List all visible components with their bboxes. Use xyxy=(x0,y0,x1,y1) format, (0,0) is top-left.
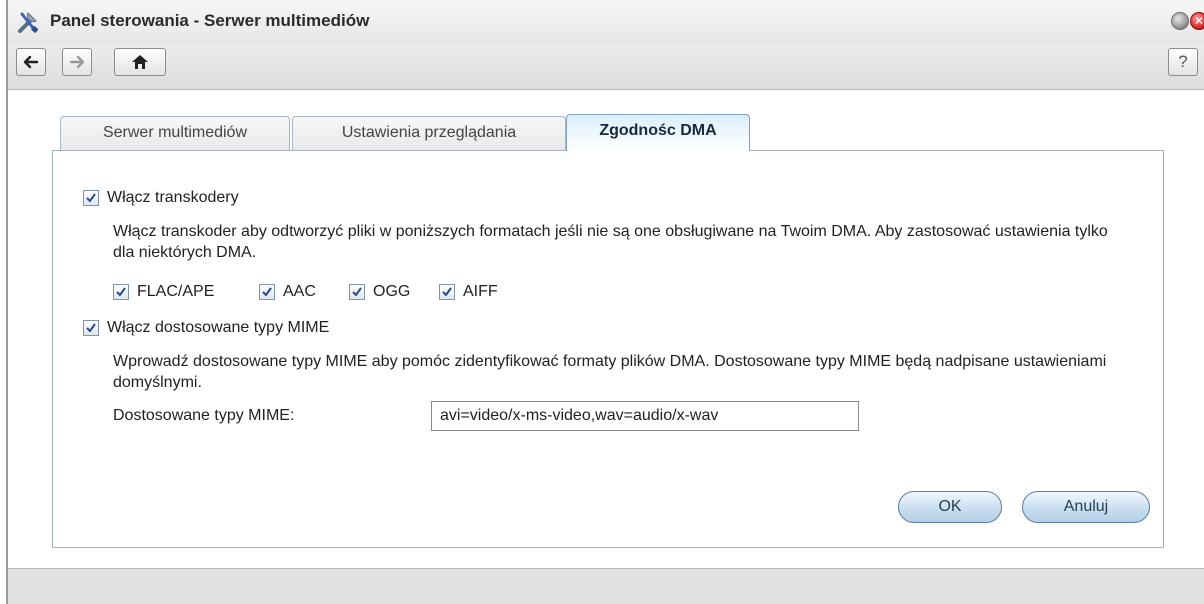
arrow-right-icon xyxy=(69,55,85,69)
dma-settings-panel: Włącz transkodery Włącz transkoder aby o… xyxy=(52,150,1164,548)
aiff-checkbox[interactable] xyxy=(439,284,455,300)
back-button[interactable] xyxy=(16,48,46,76)
mime-label: Włącz dostosowane typy MIME xyxy=(107,319,330,336)
minimize-icon[interactable] xyxy=(1171,12,1189,30)
mime-field-label: Dostosowane typy MIME: xyxy=(113,407,295,424)
transcoders-label: Włącz transkodery xyxy=(107,189,239,206)
aac-checkbox[interactable] xyxy=(259,284,275,300)
cancel-button[interactable]: Anuluj xyxy=(1022,491,1150,523)
ogg-checkbox[interactable] xyxy=(349,284,365,300)
ok-button[interactable]: OK xyxy=(898,491,1002,523)
format-option-ogg[interactable]: OGG xyxy=(349,283,410,301)
ogg-label: OGG xyxy=(373,283,411,300)
forward-button[interactable] xyxy=(62,48,92,76)
home-button[interactable] xyxy=(114,48,166,76)
mime-description: Wprowadź dostosowane typy MIME aby pomóc… xyxy=(113,353,1107,391)
tab-media-server[interactable]: Serwer multimediów xyxy=(60,116,290,150)
control-panel-window: Panel sterowania - Serwer multimediów ✕ … xyxy=(6,0,1204,604)
mime-checkbox[interactable] xyxy=(83,320,99,336)
home-icon xyxy=(131,54,149,70)
help-button[interactable]: ? xyxy=(1168,48,1198,76)
arrow-left-icon xyxy=(23,55,39,69)
mime-option[interactable]: Włącz dostosowane typy MIME xyxy=(83,319,329,337)
aac-label: AAC xyxy=(283,283,316,300)
flac-checkbox[interactable] xyxy=(113,284,129,300)
tools-icon xyxy=(16,9,42,35)
status-bar xyxy=(8,568,1204,604)
format-option-flac[interactable]: FLAC/APE xyxy=(113,283,214,301)
format-option-aiff[interactable]: AIFF xyxy=(439,283,498,301)
transcoders-description: Włącz transkoder aby odtworzyć pliki w p… xyxy=(113,223,1108,261)
aiff-label: AIFF xyxy=(463,283,498,300)
close-icon[interactable]: ✕ xyxy=(1190,12,1204,30)
format-option-aac[interactable]: AAC xyxy=(259,283,316,301)
tab-dma-compatibility[interactable]: Zgodnośc DMA xyxy=(566,114,750,151)
window-title: Panel sterowania - Serwer multimediów xyxy=(50,11,370,30)
transcoders-option[interactable]: Włącz transkodery xyxy=(83,189,239,207)
transcoders-checkbox[interactable] xyxy=(83,190,99,206)
mime-types-input[interactable] xyxy=(431,401,859,431)
flac-label: FLAC/APE xyxy=(137,283,215,300)
title-bar: Panel sterowania - Serwer multimediów ✕ xyxy=(8,0,1204,44)
toolbar: ? xyxy=(8,44,1204,90)
tab-browse-settings[interactable]: Ustawienia przeglądania xyxy=(292,116,566,150)
